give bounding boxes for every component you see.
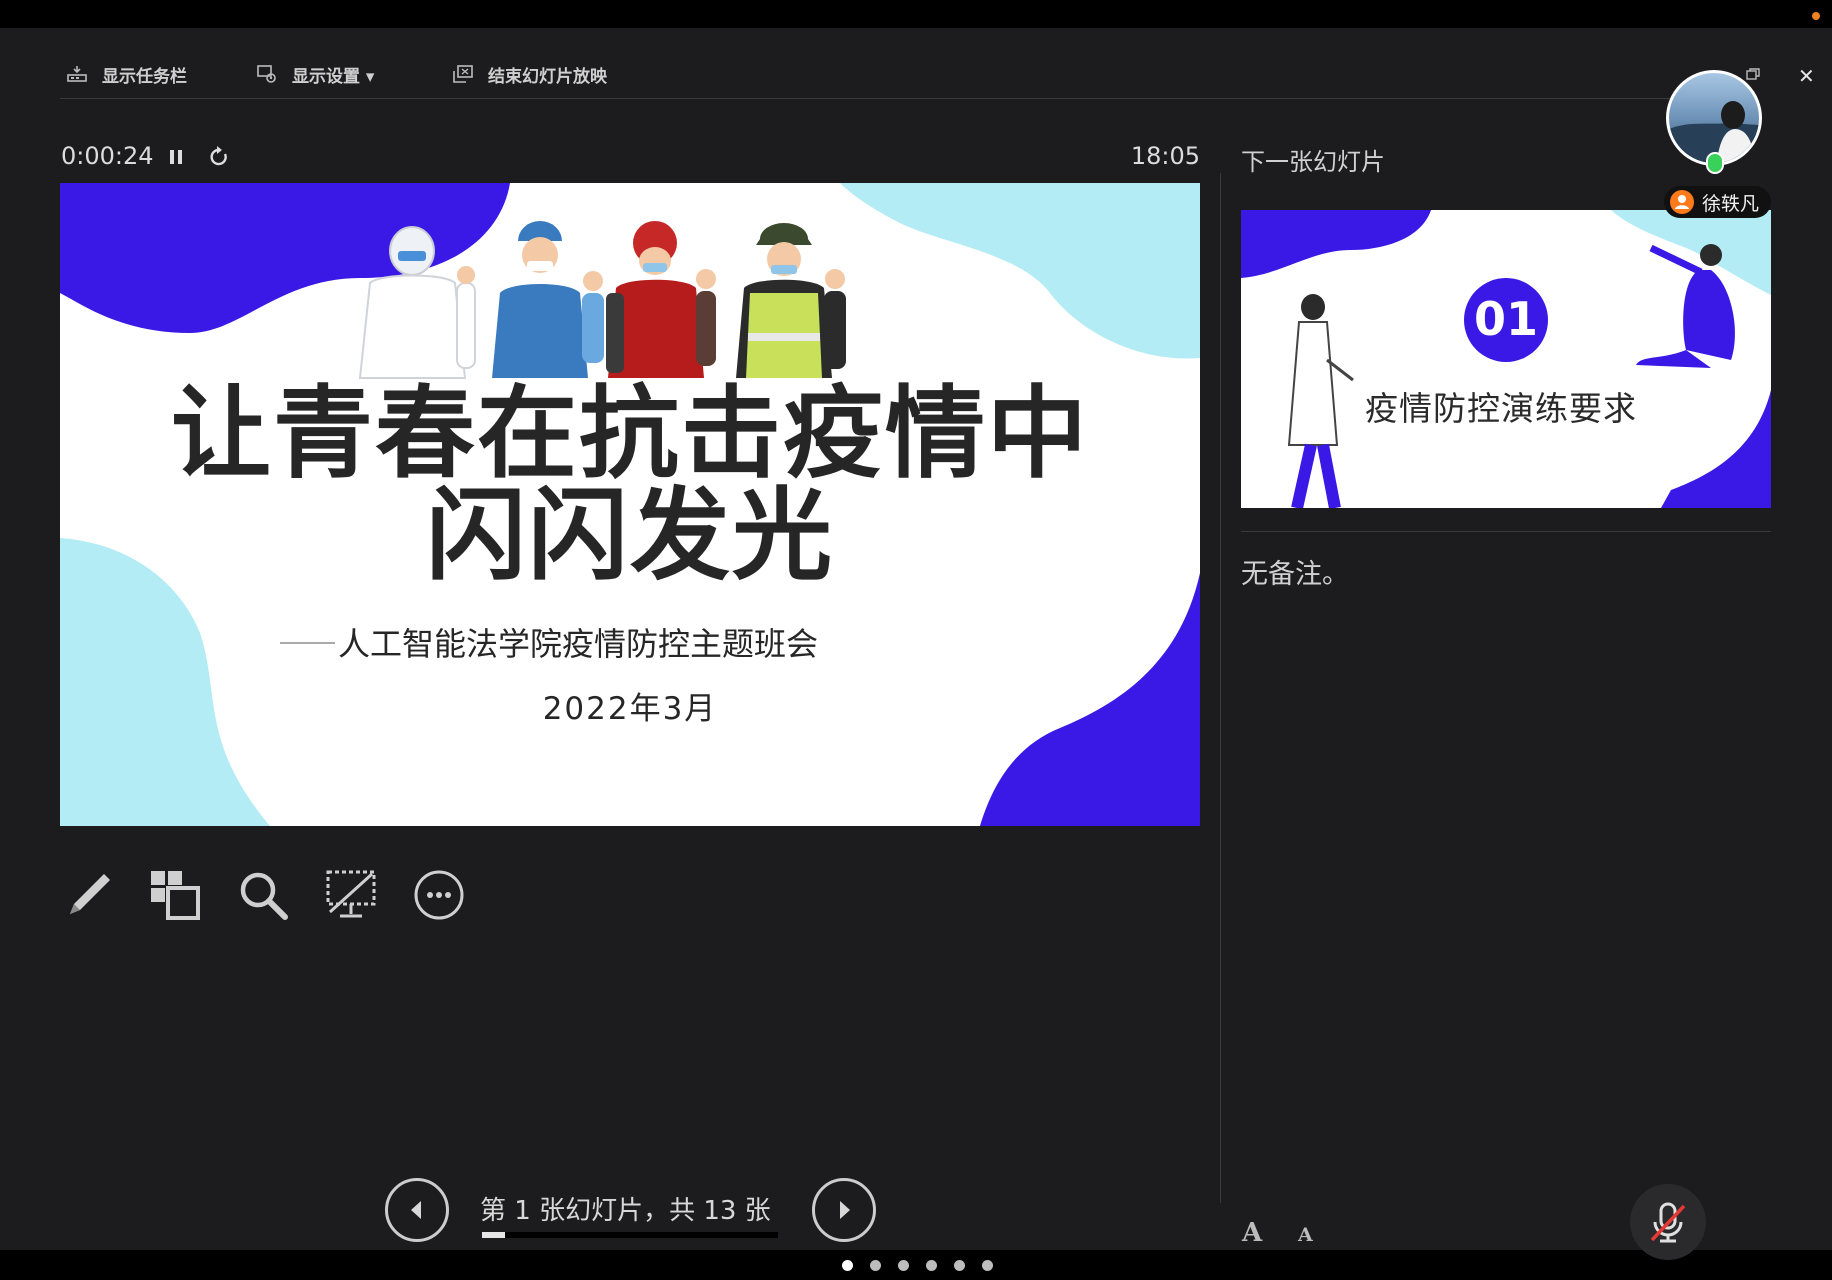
user-icon	[1670, 190, 1694, 214]
slide-counter: 第 1 张幻灯片，共 13 张	[480, 1196, 771, 1226]
pause-icon[interactable]	[166, 142, 190, 170]
slide-title-line1: 让青春在抗击疫情中	[171, 375, 1089, 492]
page-dot[interactable]	[870, 1260, 881, 1271]
notes-divider	[1241, 531, 1771, 532]
see-all-slides-icon[interactable]	[148, 868, 202, 922]
mic-active-icon	[1706, 152, 1724, 174]
avatar-image	[1669, 101, 1759, 163]
speaker-notes: 无备注。	[1241, 559, 1349, 590]
show-taskbar-label: 显示任务栏	[102, 66, 187, 87]
display-settings-label: 显示设置 ▾	[292, 66, 375, 87]
next-slide-button[interactable]	[812, 1178, 876, 1242]
toolbar-divider	[60, 98, 1720, 99]
participant-name-tag: 徐轶凡	[1664, 186, 1772, 218]
end-slideshow-button[interactable]: 结束幻灯片放映	[452, 60, 607, 88]
more-options-icon[interactable]	[412, 868, 466, 922]
slide-subtitle: 人工智能法学院疫情防控主题班会	[338, 625, 819, 663]
zoom-icon[interactable]	[236, 868, 290, 922]
status-dot	[1812, 12, 1820, 20]
next-slide-shapes	[1241, 210, 1771, 508]
restart-timer-icon[interactable]	[206, 142, 232, 170]
end-slideshow-icon	[453, 65, 473, 83]
mic-off-icon	[1650, 1202, 1686, 1243]
page-dot[interactable]	[898, 1260, 909, 1271]
previous-slide-button[interactable]	[385, 1178, 449, 1242]
slide-title-line2: 闪闪发光	[426, 477, 834, 594]
elapsed-timer: 0:00:24	[61, 142, 154, 170]
current-slide[interactable]: 让青春在抗击疫情中 闪闪发光 人工智能法学院疫情防控主题班会 2022年3月	[60, 183, 1200, 826]
presenter-view: 显示任务栏 显示设置 ▾ 结束幻灯片放映 0:00:24 18:05 让青春在抗…	[0, 28, 1832, 1271]
display-settings-icon	[257, 65, 276, 83]
decrease-font-button[interactable]: A	[1298, 1224, 1313, 1246]
decrease-font-icon: A	[1298, 1224, 1313, 1246]
black-screen-icon[interactable]	[324, 868, 378, 922]
page-dot[interactable]	[954, 1260, 965, 1271]
worker-blue-figure	[492, 221, 604, 378]
subtitle-dash	[280, 642, 335, 644]
slide-progress-fill	[482, 1232, 505, 1238]
mute-mic-button[interactable]	[1630, 1184, 1706, 1260]
slide-progress-bar	[482, 1232, 778, 1238]
next-slide-label: 下一张幻灯片	[1241, 148, 1385, 176]
increase-font-button[interactable]: A	[1242, 1218, 1262, 1248]
worker-vest-figure	[736, 223, 846, 378]
increase-font-icon: A	[1242, 1218, 1263, 1248]
doctor-illustration	[1287, 294, 1354, 508]
display-settings-button[interactable]: 显示设置 ▾	[256, 60, 374, 88]
next-slide-number: 01	[1473, 292, 1538, 346]
page-dot[interactable]	[926, 1260, 937, 1271]
page-dot[interactable]	[982, 1260, 993, 1271]
slide-date: 2022年3月	[542, 691, 718, 727]
page-dot[interactable]	[842, 1260, 853, 1271]
participant-name: 徐轶凡	[1702, 192, 1760, 215]
chevron-right-icon	[840, 1201, 850, 1219]
panel-divider	[1220, 173, 1221, 1203]
taskbar-icon	[67, 66, 87, 82]
next-slide-preview[interactable]: 01 疫情防控演练要求	[1241, 210, 1771, 508]
pen-icon[interactable]	[60, 868, 114, 922]
clock: 18:05	[1130, 142, 1200, 170]
chevron-left-icon	[411, 1201, 421, 1219]
end-slideshow-label: 结束幻灯片放映	[488, 66, 607, 87]
restore-window-icon[interactable]	[1746, 68, 1760, 80]
show-taskbar-button[interactable]: 显示任务栏	[66, 60, 187, 88]
worker-red-figure	[606, 221, 716, 378]
next-slide-title: 疫情防控演练要求	[1365, 389, 1637, 428]
close-icon[interactable]: ✕	[1798, 64, 1815, 88]
